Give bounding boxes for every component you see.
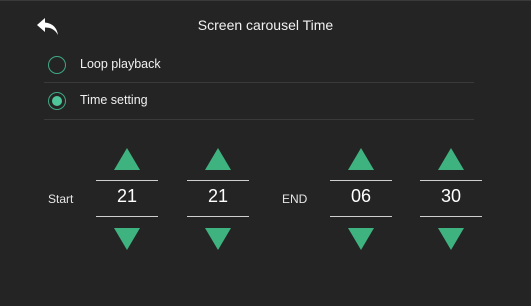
end-hour-up-arrow-icon[interactable] [348, 148, 374, 170]
start-minute-value[interactable]: 21 [187, 186, 249, 207]
end-minute-up-arrow-icon[interactable] [438, 148, 464, 170]
start-minute-up-arrow-icon[interactable] [205, 148, 231, 170]
end-hour-down-arrow-icon[interactable] [348, 228, 374, 250]
divider [420, 216, 482, 217]
start-hour-spinner: 21 [96, 146, 158, 252]
time-setting-label: Time setting [80, 93, 148, 107]
end-minute-down-arrow-icon[interactable] [438, 228, 464, 250]
divider [96, 180, 158, 181]
start-minute-spinner: 21 [187, 146, 249, 252]
end-minute-value[interactable]: 30 [420, 186, 482, 207]
screen: Screen carousel Time Loop playback Time … [0, 0, 531, 306]
end-hour-value[interactable]: 06 [330, 186, 392, 207]
start-hour-value[interactable]: 21 [96, 186, 158, 207]
start-label: Start [48, 192, 74, 206]
end-hour-spinner: 06 [330, 146, 392, 252]
end-minute-spinner: 30 [420, 146, 482, 252]
page-title: Screen carousel Time [197, 17, 334, 33]
divider [187, 180, 249, 181]
time-setting-radio[interactable] [48, 92, 66, 110]
divider [44, 82, 474, 83]
divider [96, 216, 158, 217]
divider [330, 216, 392, 217]
divider [420, 180, 482, 181]
divider [44, 119, 474, 120]
loop-playback-label: Loop playback [80, 57, 161, 71]
divider [187, 216, 249, 217]
divider [330, 180, 392, 181]
start-minute-down-arrow-icon[interactable] [205, 228, 231, 250]
option-loop-playback[interactable]: Loop playback [44, 49, 474, 85]
start-hour-down-arrow-icon[interactable] [114, 228, 140, 250]
start-hour-up-arrow-icon[interactable] [114, 148, 140, 170]
end-label: END [282, 192, 308, 206]
option-time-setting[interactable]: Time setting [44, 85, 474, 121]
loop-playback-radio[interactable] [48, 56, 66, 74]
